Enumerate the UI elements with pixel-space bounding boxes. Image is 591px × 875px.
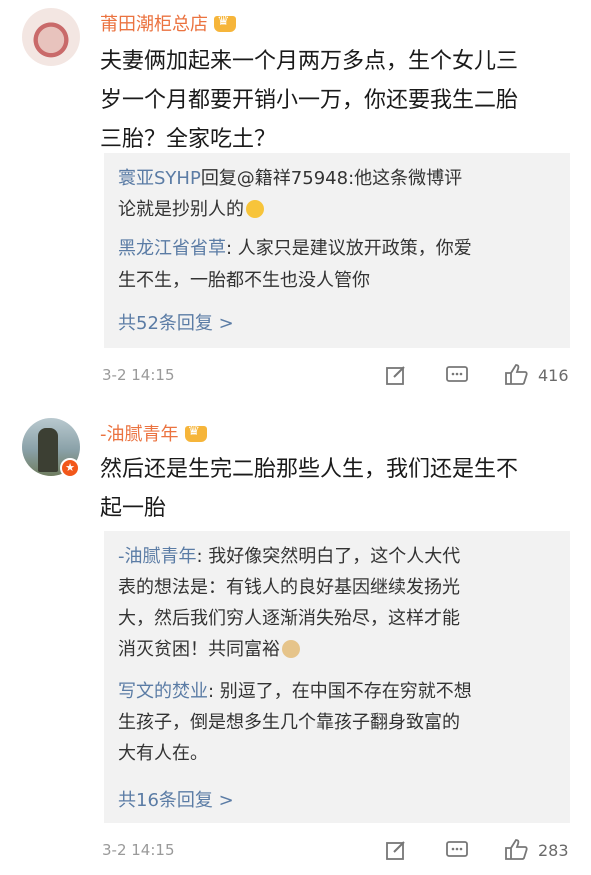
vip-crown-icon — [184, 423, 207, 442]
username[interactable]: 莆田潮柜总店 — [100, 10, 236, 36]
timestamp: 3-2 14:15 — [102, 841, 175, 859]
vip-crown-icon — [214, 13, 236, 32]
edit-icon[interactable] — [385, 364, 407, 386]
reply-2-cont: 大有人在。 — [118, 743, 208, 764]
reply-box: 寰亚SYHP回复@籍祥75948:他这条微博评 论就是抄别人的 黑龙江省省草: … — [104, 153, 570, 348]
reply-2: 黑龙江省省草: 人家只是建议放开政策，你爱 — [118, 238, 472, 259]
verified-badge-icon: ★ — [60, 458, 80, 478]
comment-icon[interactable] — [445, 364, 469, 386]
reply-author[interactable]: -油腻青年 — [118, 546, 197, 567]
reply-2-cont: 生不生，一胎都不生也没人管你 — [118, 270, 370, 291]
username[interactable]: -油腻青年 — [100, 420, 207, 446]
reply-2-cont: 生孩子，倒是想多生几个靠孩子翻身致富的 — [118, 712, 460, 733]
comment-icon[interactable] — [445, 839, 469, 861]
edit-icon[interactable] — [385, 839, 407, 861]
more-replies-link[interactable]: 共52条回复 > — [118, 309, 234, 335]
reply-2: 写文的焚业: 别逗了，在中国不存在穷就不想 — [118, 681, 472, 702]
comment-1: 莆田潮柜总店 夫妻俩加起来一个月两万多点，生个女儿三 岁一个月都要开销小一万，你… — [0, 0, 591, 400]
reply-1: -油腻青年: 我好像突然明白了，这个人大代 — [118, 546, 461, 567]
like-count: 416 — [538, 366, 569, 385]
reply-1: 寰亚SYHP回复@籍祥75948:他这条微博评 — [118, 168, 463, 189]
reply-author[interactable]: 黑龙江省省草 — [118, 238, 226, 259]
comment-text: 夫妻俩加起来一个月两万多点，生个女儿三 岁一个月都要开销小一万，你还要我生二胎 … — [100, 49, 519, 152]
comment-text: 然后还是生完二胎那些人生，我们还是生不 起一胎 — [100, 457, 519, 521]
thumbs-up-icon[interactable] — [503, 362, 529, 386]
dog-emoji — [282, 640, 300, 658]
reply-author[interactable]: 寰亚SYHP — [118, 168, 201, 189]
timestamp: 3-2 14:15 — [102, 366, 175, 384]
comment-2: ★ -油腻青年 然后还是生完二胎那些人生，我们还是生不 起一胎 -油腻青年: 我… — [0, 400, 591, 875]
laugh-emoji — [246, 200, 264, 218]
more-replies-link[interactable]: 共16条回复 > — [118, 786, 234, 812]
thumbs-up-icon[interactable] — [503, 837, 529, 861]
like-count: 283 — [538, 841, 569, 860]
reply-1-cont: 大，然后我们穷人逐渐消失殆尽，这样才能 — [118, 608, 460, 629]
reply-1-cont: 表的想法是：有钱人的良好基因继续发扬光 — [118, 577, 460, 598]
reply-1-cont: 论就是抄别人的 — [118, 194, 568, 225]
avatar[interactable] — [22, 8, 80, 66]
reply-author[interactable]: 写文的焚业 — [118, 681, 208, 702]
reply-box: -油腻青年: 我好像突然明白了，这个人大代 表的想法是：有钱人的良好基因继续发扬… — [104, 531, 570, 823]
reply-1-cont: 消灭贫困！共同富裕 — [118, 634, 568, 665]
